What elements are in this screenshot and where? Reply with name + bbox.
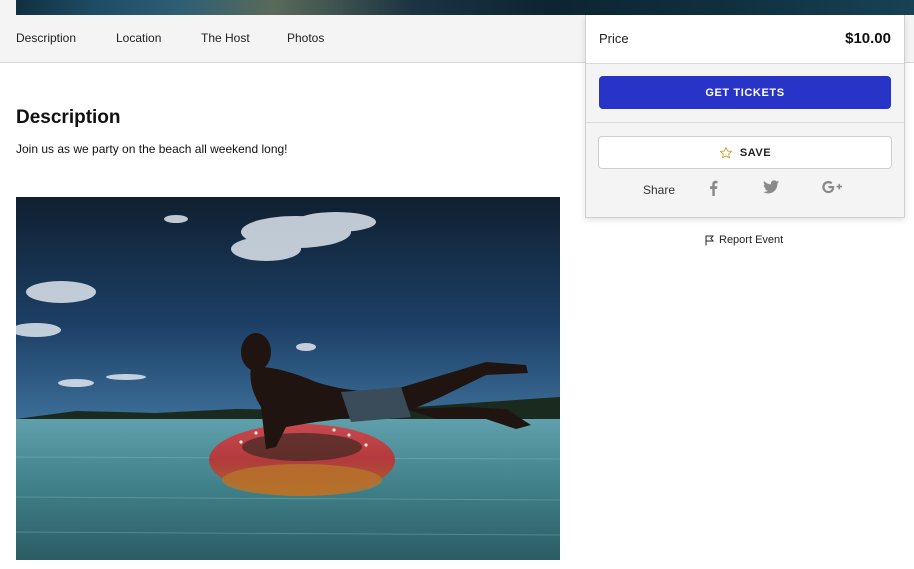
twitter-icon[interactable] [763,180,779,199]
google-plus-icon[interactable] [822,180,842,199]
card-divider [586,122,904,123]
nav-photos[interactable]: Photos [287,31,324,45]
ticket-card: Price $10.00 GET TICKETS SAVE Share [585,15,905,218]
report-event-link[interactable]: Report Event [705,234,783,246]
nav-description[interactable]: Description [16,31,76,45]
price-row: Price $10.00 [586,15,904,64]
report-event-label: Report Event [719,234,784,246]
save-label: SAVE [739,146,772,159]
nav-location[interactable]: Location [116,31,161,45]
nav-the-host[interactable]: The Host [201,31,250,45]
hero-image-strip [0,0,914,15]
get-tickets-button[interactable]: GET TICKETS [599,76,891,109]
description-text: Join us as we party on the beach all wee… [16,142,288,156]
facebook-icon[interactable] [707,180,719,201]
star-icon [719,146,732,158]
price-label: Price [599,31,629,46]
flag-icon [705,235,714,245]
description-title: Description [16,107,121,128]
save-button[interactable]: SAVE [598,136,892,169]
share-label: Share [643,183,676,197]
price-value: $10.00 [845,30,891,47]
event-photo [16,197,560,560]
